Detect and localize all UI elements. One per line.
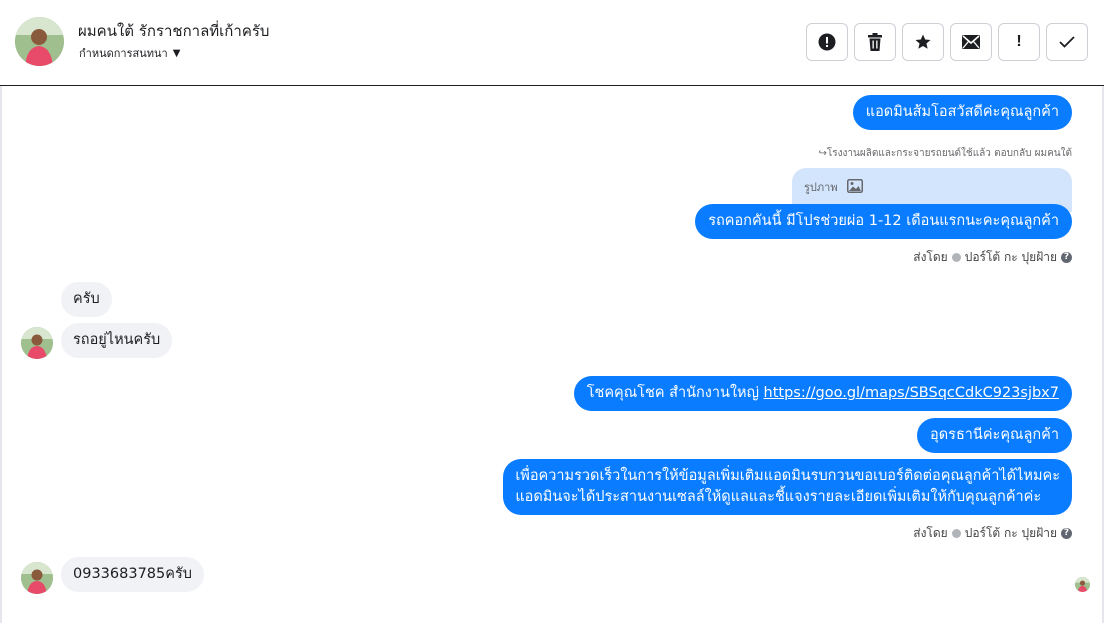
message-line-1: เพื่อความรวดเร็วในการให้ข้อมูลเพิ่มเติมแ…: [515, 468, 1060, 484]
status-dot-icon: [951, 253, 961, 262]
reply-note: ↪โรงงานผลิตและกระจายรถยนต์ใช้แล้ว ตอบกลั…: [818, 148, 1072, 159]
help-icon[interactable]: ?: [1061, 528, 1072, 539]
alert-icon: [818, 33, 836, 51]
sender-name: ปอร์โต้ กะ ปุยฝ้าย: [964, 250, 1057, 264]
sender-name: ปอร์โต้ กะ ปุยฝ้าย: [964, 526, 1057, 540]
sent-by-info: ส่งโดย ปอร์โต้ กะ ปุยฝ้าย ?: [913, 248, 1072, 267]
message-text: อุดรธานีค่ะคุณลูกค้า: [930, 427, 1059, 443]
outgoing-message[interactable]: โชคคุณโชค สำนักงานใหญ่ https://goo.gl/ma…: [573, 376, 1072, 411]
check-icon: [1059, 36, 1075, 48]
message-text: รถอยู่ไหนครับ: [73, 332, 161, 348]
contact-avatar-small[interactable]: [21, 562, 53, 594]
outgoing-message[interactable]: แอดมินส้มโอสวัสดีค่ะคุณลูกค้า: [852, 95, 1072, 130]
contact-name: ผมคนใต้ รักราชกาลที่เก้าครับ: [78, 22, 270, 40]
message-text: 0933683785ครับ: [73, 566, 192, 582]
delete-button[interactable]: [854, 23, 896, 61]
map-link[interactable]: https://goo.gl/maps/SBSqcCdkC923sjbx7: [764, 385, 1059, 401]
status-dot-icon: [951, 529, 961, 538]
incoming-message[interactable]: ครับ: [61, 282, 112, 317]
outgoing-message[interactable]: รถคอกคันนี้ มีโปรช่วยผ่อ 1-12 เดือนแรกนะ…: [695, 204, 1072, 239]
outgoing-message[interactable]: เพื่อความรวดเร็วในการให้ข้อมูลเพิ่มเติมแ…: [503, 459, 1072, 515]
header-actions: !: [806, 23, 1088, 61]
quoted-label: รูปภาพ: [804, 181, 838, 194]
alert-button[interactable]: [806, 23, 848, 61]
star-icon: [915, 34, 931, 49]
help-icon[interactable]: ?: [1061, 252, 1072, 263]
message-text: ครับ: [73, 291, 100, 307]
caret-down-icon: ▼: [172, 48, 181, 59]
conversation-settings-label: กำหนดการสนทนา: [79, 47, 168, 60]
message-line-2: แอดมินจะได้ประสานงานเซลล์ให้ดูแลและชี้แจ…: [515, 489, 1042, 505]
done-button[interactable]: [1046, 23, 1088, 61]
conversation-header: ผมคนใต้ รักราชกาลที่เก้าครับ กำหนดการสนท…: [0, 0, 1104, 86]
left-border: [0, 86, 2, 623]
message-text: โชคคุณโชค สำนักงานใหญ่: [586, 385, 764, 401]
sent-by-info: ส่งโดย ปอร์โต้ กะ ปุยฝ้าย ?: [913, 524, 1072, 543]
mail-button[interactable]: [950, 23, 992, 61]
star-button[interactable]: [902, 23, 944, 61]
message-text: รถคอกคันนี้ มีโปรช่วยผ่อ 1-12 เดือนแรกนะ…: [708, 213, 1059, 229]
incoming-message[interactable]: 0933683785ครับ: [61, 557, 204, 592]
image-icon: [847, 179, 864, 193]
sent-by-label: ส่งโดย: [913, 250, 948, 264]
sent-by-label: ส่งโดย: [913, 526, 948, 540]
important-button[interactable]: !: [998, 23, 1040, 61]
mail-icon: [962, 35, 980, 49]
message-text: แอดมินส้มโอสวัสดีค่ะคุณลูกค้า: [865, 104, 1059, 120]
trash-icon: [868, 33, 882, 51]
outgoing-message[interactable]: อุดรธานีค่ะคุณลูกค้า: [917, 418, 1072, 453]
conversation-settings[interactable]: กำหนดการสนทนา ▼: [79, 44, 180, 62]
contact-avatar-small[interactable]: [21, 327, 53, 359]
contact-avatar[interactable]: [15, 17, 64, 66]
seen-avatar: [1075, 577, 1090, 592]
exclamation-icon: !: [1016, 33, 1022, 50]
incoming-message[interactable]: รถอยู่ไหนครับ: [61, 323, 173, 358]
